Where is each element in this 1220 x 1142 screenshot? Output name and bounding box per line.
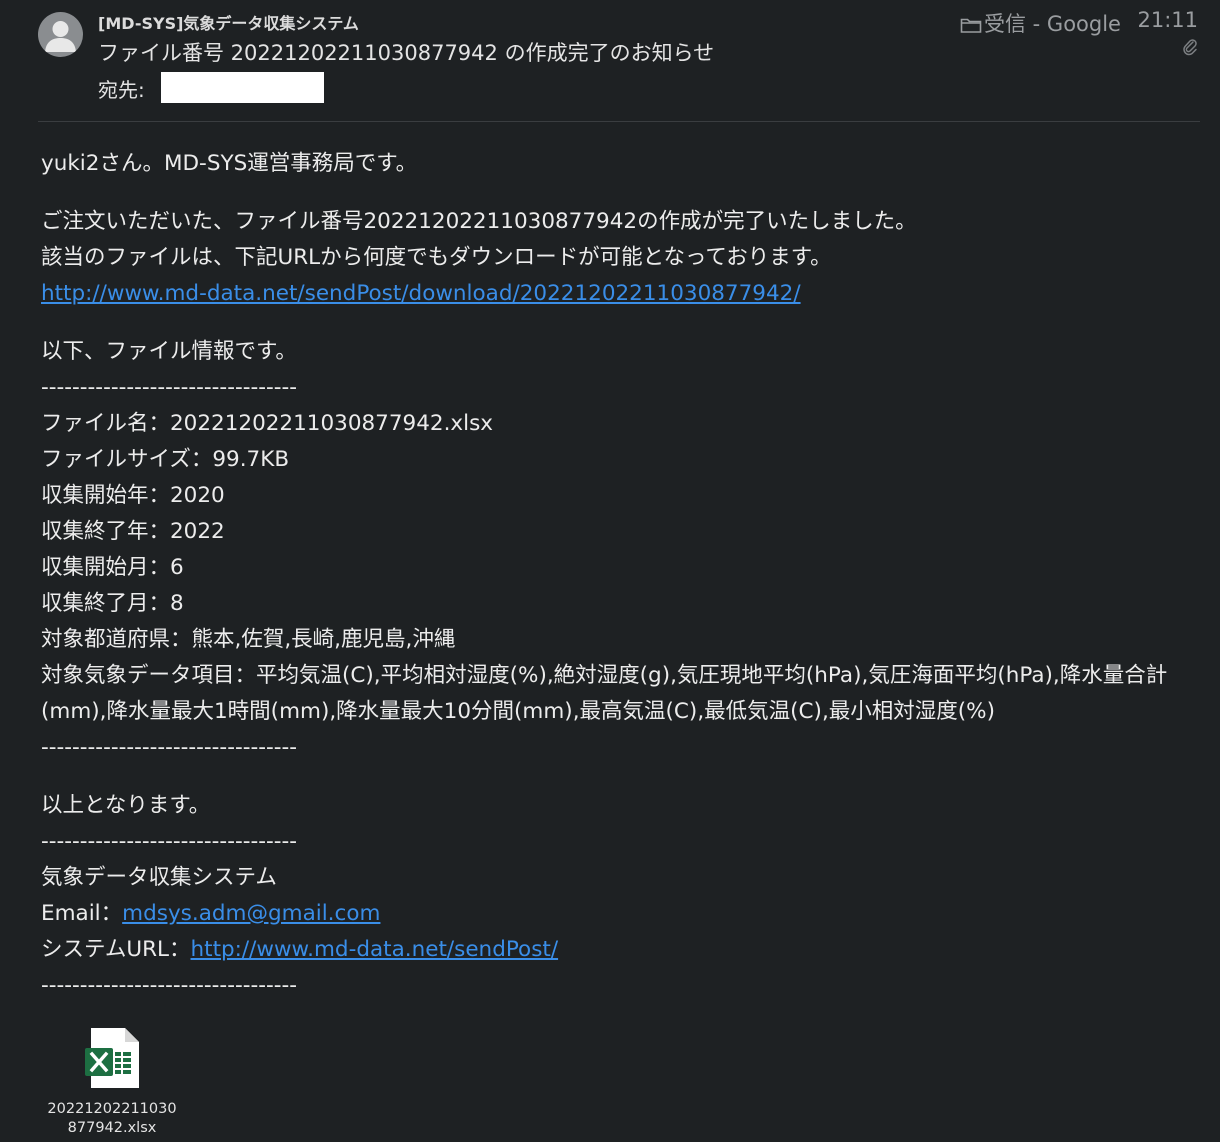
start-month-row: 収集開始月：6 (41, 555, 184, 580)
sender-avatar-icon (38, 12, 83, 57)
file-size-row: ファイルサイズ：99.7KB (41, 447, 290, 472)
data-items-row: 対象気象データ項目：平均気温(C),平均相対湿度(%),絶対湿度(g),気圧現地… (41, 663, 1168, 724)
message-body: yuki2さん。MD-SYS運営事務局です。 ご注文いただいた、ファイル番号20… (41, 146, 1211, 1004)
separator: --------------------------------- (41, 735, 298, 760)
subject-line: ファイル番号 20221202211030877942 の作成完了のお知らせ (98, 41, 715, 65)
sender-name[interactable]: [MD-SYS]気象データ収集システム (98, 10, 359, 34)
separator: --------------------------------- (41, 973, 298, 998)
paperclip-icon (1183, 39, 1197, 56)
system-url-label: システムURL： (41, 937, 191, 962)
folder-icon (960, 18, 982, 33)
end-year-row: 収集終了年：2022 (41, 519, 225, 544)
prefectures-row: 対象都道府県：熊本,佐賀,長崎,鹿児島,沖縄 (41, 627, 456, 652)
system-url-row: システムURL：http://www.md-data.net/sendPost/ (41, 932, 1211, 968)
file-info-intro: 以下、ファイル情報です。 (41, 339, 297, 364)
file-name-row: ファイル名：20221202211030877942.xlsx (41, 411, 494, 436)
download-link[interactable]: http://www.md-data.net/sendPost/download… (41, 281, 801, 306)
system-url-link[interactable]: http://www.md-data.net/sendPost/ (191, 937, 559, 962)
order-complete-text: ご注文いただいた、ファイル番号20221202211030877942の作成が完… (41, 209, 917, 234)
attachment-item[interactable]: 20221202211030877942.xlsx (44, 1020, 180, 1138)
start-year-row: 収集開始年：2020 (41, 483, 225, 508)
closing-text: 以上となります。 (41, 793, 211, 818)
recipient-label: 宛先: (98, 78, 145, 102)
mailbox-tag[interactable]: 受信 - Google (960, 8, 1121, 38)
attachment-filename: 20221202211030877942.xlsx (47, 1101, 177, 1136)
download-note: 該当のファイルは、下記URLから何度でもダウンロードが可能となっております。 (41, 245, 832, 270)
header-divider (38, 121, 1200, 122)
email-link[interactable]: mdsys.adm@gmail.com (122, 901, 380, 926)
separator: --------------------------------- (41, 829, 298, 854)
email-label: Email： (41, 901, 123, 926)
end-month-row: 収集終了月：8 (41, 591, 184, 616)
excel-file-icon (85, 1028, 139, 1088)
mailbox-name: 受信 - Google (984, 12, 1121, 36)
signature-name: 気象データ収集システム (41, 865, 277, 890)
greeting: yuki2さん。MD-SYS運営事務局です。 (41, 151, 418, 176)
received-time: 21:11 (1137, 8, 1198, 32)
recipient-redacted (161, 72, 324, 103)
email-row: Email：mdsys.adm@gmail.com (41, 896, 1211, 932)
message-header: [MD-SYS]気象データ収集システム ファイル番号 2022120221103… (0, 0, 1220, 122)
separator: --------------------------------- (41, 375, 298, 400)
